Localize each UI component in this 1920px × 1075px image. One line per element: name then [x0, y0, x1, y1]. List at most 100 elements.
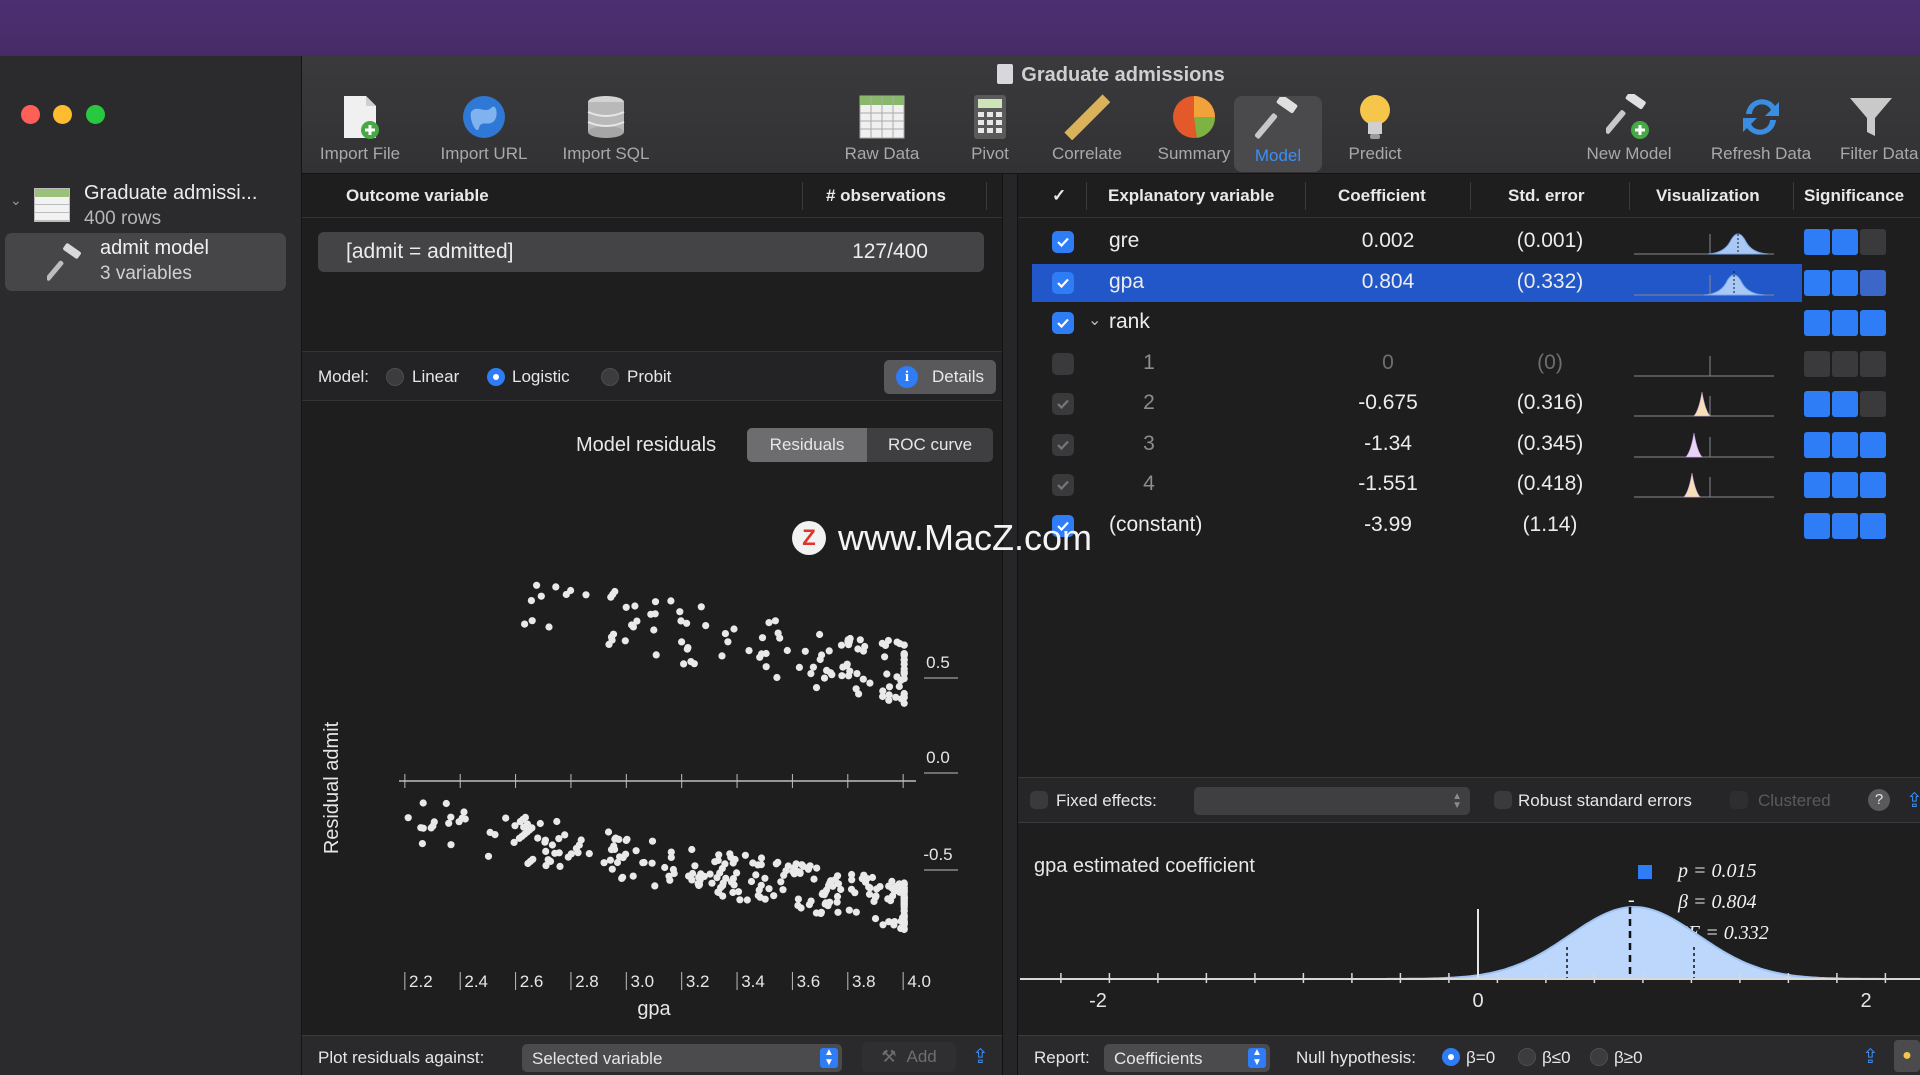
residual-point — [762, 649, 770, 658]
residual-point — [779, 886, 787, 894]
fixed-effects-select[interactable]: ▲ ▼ — [1194, 787, 1470, 815]
zoom-window-button[interactable] — [86, 105, 105, 124]
residual-point — [900, 920, 908, 928]
pane-splitter[interactable] — [1002, 174, 1018, 1075]
close-window-button[interactable] — [21, 105, 40, 124]
help-button[interactable]: ? — [1868, 789, 1890, 811]
chevron-down-icon[interactable]: ⌄ — [1088, 310, 1101, 330]
residual-point — [528, 824, 536, 832]
residual-point — [622, 603, 630, 611]
report-value: Coefficients — [1114, 1049, 1203, 1068]
residual-point — [721, 630, 729, 638]
app-window: ⌄ Graduate admissi... 400 rows admit mod… — [0, 56, 1920, 1075]
row-checkbox[interactable] — [1052, 433, 1074, 456]
new-model-button[interactable]: New Model — [1574, 94, 1684, 172]
residual-point — [404, 814, 412, 822]
h-eq-radio[interactable] — [1442, 1048, 1460, 1066]
window-title-wrap: Graduate admissions — [302, 64, 1920, 87]
robust-se-checkbox[interactable] — [1494, 791, 1512, 809]
residuals-title: Model residuals — [576, 434, 717, 456]
table-row[interactable]: (constant) -3.99 (1.14) — [1018, 507, 1920, 545]
fixed-effects-checkbox[interactable] — [1030, 791, 1048, 809]
document-icon — [997, 64, 1014, 84]
chevron-down-icon[interactable]: ⌄ — [10, 192, 22, 209]
share-icon[interactable]: ⇪ — [1906, 788, 1920, 813]
residual-point — [837, 641, 846, 649]
import-sql-button[interactable]: Import SQL — [554, 94, 658, 172]
minimize-window-button[interactable] — [53, 105, 72, 124]
sidebar-item-model[interactable]: admit model 3 variables — [5, 233, 286, 291]
residual-point — [770, 892, 778, 900]
residual-point — [567, 850, 575, 858]
residual-point — [537, 592, 545, 600]
h-ge-radio[interactable] — [1590, 1048, 1608, 1066]
details-button[interactable]: i Details — [884, 360, 996, 394]
predict-button[interactable]: Predict — [1332, 94, 1418, 172]
table-row[interactable]: 2 -0.675 (0.316) — [1018, 385, 1920, 423]
logistic-label[interactable]: Logistic — [512, 367, 570, 387]
residual-point — [667, 853, 675, 861]
table-row[interactable]: ⌄ rank — [1018, 304, 1920, 342]
residual-point — [823, 666, 831, 674]
h-le-label[interactable]: β≤0 — [1542, 1048, 1571, 1068]
toolbar: Graduate admissions Import File Import U… — [302, 56, 1920, 174]
table-row[interactable]: 4 -1.551 (0.418) — [1018, 466, 1920, 504]
row-checkbox[interactable] — [1052, 231, 1074, 253]
residual-point — [661, 863, 669, 872]
add-button[interactable]: ⚒ Add — [862, 1042, 956, 1072]
table-row[interactable]: 3 -1.34 (0.345) — [1018, 426, 1920, 464]
share-icon[interactable]: ⇪ — [972, 1044, 989, 1069]
correlate-button[interactable]: Correlate — [1038, 94, 1136, 172]
residual-point — [866, 679, 874, 687]
row-checkbox[interactable] — [1052, 474, 1074, 496]
x-tick-label: 4.0 — [907, 972, 931, 991]
residual-point — [567, 586, 575, 595]
raw-data-button[interactable]: Raw Data — [832, 94, 932, 172]
share-icon[interactable]: ⇪ — [1862, 1044, 1879, 1069]
outcome-row[interactable]: [admit = admitted] 127/400 — [318, 232, 984, 272]
residual-point — [556, 862, 564, 870]
residual-point — [736, 896, 744, 904]
refresh-data-button[interactable]: Refresh Data — [1700, 94, 1822, 172]
h-le-radio[interactable] — [1518, 1048, 1536, 1066]
model-button[interactable]: Model — [1234, 96, 1322, 172]
residual-point — [758, 634, 767, 642]
residual-point — [900, 651, 908, 660]
linear-radio[interactable] — [386, 368, 404, 386]
import-file-button[interactable]: Import File — [312, 94, 408, 172]
add-label: Add — [906, 1047, 937, 1066]
tab-residuals[interactable]: Residuals — [747, 428, 867, 462]
clustered-checkbox[interactable] — [1730, 791, 1748, 809]
h-ge-label[interactable]: β≥0 — [1614, 1048, 1643, 1068]
row-checkbox[interactable] — [1052, 271, 1074, 294]
residual-point — [447, 841, 455, 849]
summary-button[interactable]: Summary — [1144, 94, 1244, 172]
table-row[interactable]: gpa 0.804 (0.332) — [1032, 263, 1886, 302]
residual-point — [893, 638, 901, 646]
import-url-button[interactable]: Import URL — [432, 94, 536, 172]
row-coefficient: 0 — [1382, 350, 1394, 374]
plot-against-select[interactable]: Selected variable ▲ ▼ — [522, 1044, 842, 1072]
table-row[interactable]: gre 0.002 (0.001) — [1018, 223, 1920, 261]
probit-label[interactable]: Probit — [627, 367, 671, 387]
row-checkbox[interactable] — [1052, 312, 1074, 334]
report-select[interactable]: Coefficients ▲ ▼ — [1104, 1044, 1270, 1072]
row-checkbox[interactable] — [1052, 393, 1074, 415]
divider — [986, 182, 987, 210]
linear-label[interactable]: Linear — [412, 367, 459, 387]
x-tick-label: 2.2 — [409, 972, 433, 991]
lightbulb-small-icon[interactable]: ● — [1894, 1040, 1920, 1072]
table-row[interactable]: 1 0 (0) — [1018, 345, 1920, 383]
h-eq-label[interactable]: β=0 — [1466, 1048, 1495, 1068]
pivot-button[interactable]: Pivot — [950, 94, 1030, 172]
stderr-col-header: Std. error — [1508, 186, 1585, 205]
probit-radio[interactable] — [601, 368, 619, 386]
tab-roc-curve[interactable]: ROC curve — [867, 428, 993, 462]
sidebar-item-dataset[interactable]: ⌄ Graduate admissi... 400 rows — [0, 178, 300, 236]
model-type-label: Model: — [318, 367, 370, 386]
filter-data-button[interactable]: Filter Data — [1832, 94, 1920, 172]
logistic-radio[interactable] — [487, 368, 505, 386]
residual-point — [813, 864, 821, 872]
left-pane: Outcome variable # observations [admit =… — [302, 174, 1002, 1075]
row-checkbox[interactable] — [1052, 352, 1074, 375]
